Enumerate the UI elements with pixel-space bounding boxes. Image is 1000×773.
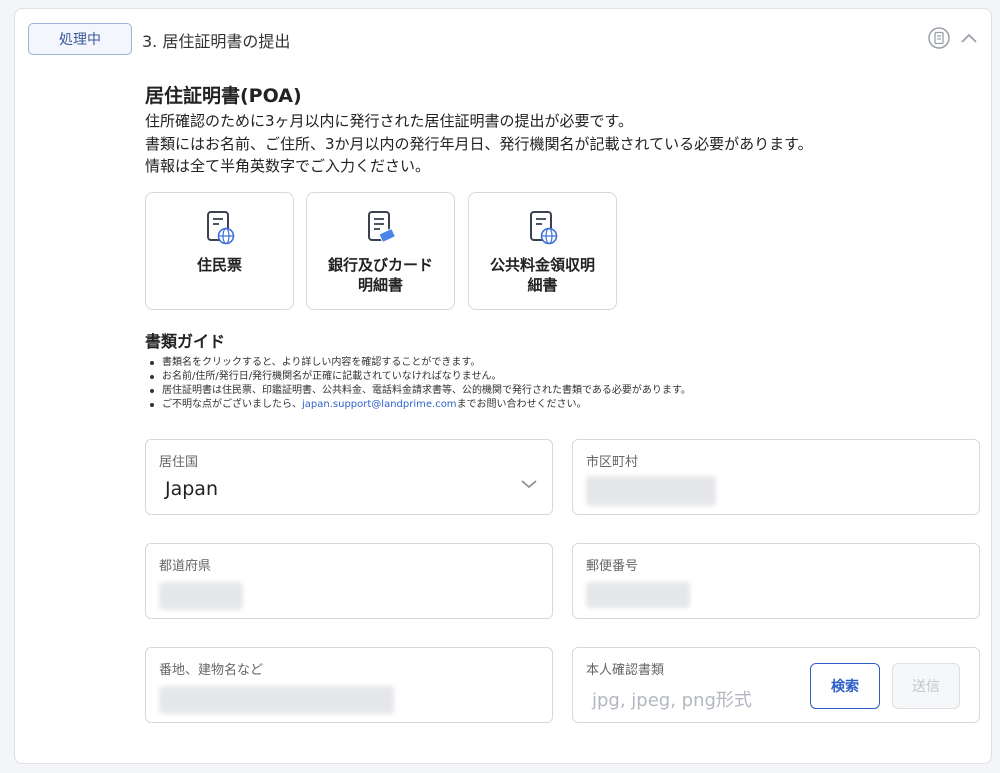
city-label: 市区町村	[586, 455, 639, 470]
redacted-city-value	[586, 476, 716, 506]
contact-suffix: までお問い合わせください。	[456, 399, 587, 410]
prefecture-field[interactable]: 都道府県	[145, 543, 553, 619]
search-button[interactable]: 検索	[810, 663, 880, 709]
document-globe-icon	[206, 211, 234, 245]
country-select[interactable]: 居住国 Japan	[145, 439, 553, 515]
doc-card-bank-statement[interactable]: 銀行及びカード 明細書	[306, 192, 455, 310]
doc-card-label: 公共料金領収明 細書	[489, 256, 595, 294]
guide-item: 居住証明書は住民票、印鑑証明書、公共料金、電話料金請求書等、公的機関で発行された…	[148, 384, 691, 398]
city-field[interactable]: 市区町村	[572, 439, 980, 515]
header-actions	[927, 26, 981, 50]
doc-card-resident-register[interactable]: 住民票	[145, 192, 294, 310]
status-badge: 処理中	[28, 23, 132, 55]
document-card-icon	[367, 211, 395, 243]
guide-list: 書類名をクリックすると、より詳しい内容を確認することができます。 お名前/住所/…	[148, 356, 691, 412]
send-button[interactable]: 送信	[892, 663, 960, 709]
id-document-upload-field[interactable]: 本人確認書類 jpg, jpeg, png形式 検索 送信	[572, 647, 980, 723]
redacted-postal-value	[586, 582, 690, 608]
country-value: Japan	[165, 478, 218, 500]
id-document-placeholder: jpg, jpeg, png形式	[592, 690, 752, 711]
redacted-prefecture-value	[159, 582, 243, 610]
address-label: 番地、建物名など	[159, 663, 264, 678]
contact-prefix: ご不明な点がございましたら、	[162, 399, 302, 410]
description-line: 情報は全て半角英数字でご入力ください。	[145, 157, 431, 175]
address-field[interactable]: 番地、建物名など	[145, 647, 553, 723]
section-title: 居住証明書(POA)	[145, 85, 302, 107]
document-icon[interactable]	[927, 26, 951, 50]
guide-title: 書類ガイド	[145, 332, 226, 351]
postal-code-field[interactable]: 郵便番号	[572, 543, 980, 619]
guide-item-contact: ご不明な点がございましたら、japan.support@landprime.co…	[148, 398, 691, 412]
guide-item: 書類名をクリックすると、より詳しい内容を確認することができます。	[148, 356, 691, 370]
support-email-link[interactable]: japan.support@landprime.com	[302, 399, 457, 410]
doc-card-label: 銀行及びカード 明細書	[327, 256, 433, 294]
guide-item: お名前/住所/発行日/発行機関名が正確に記載されていなければなりません。	[148, 370, 691, 384]
residence-proof-card: 処理中 3. 居住証明書の提出 居住証明書(POA) 住所確認のために3ヶ月以内…	[14, 8, 992, 764]
description-line: 書類にはお名前、ご住所、3か月以内の発行年月日、発行機関名が記載されている必要が…	[145, 134, 813, 153]
prefecture-label: 都道府県	[159, 559, 212, 574]
id-document-label: 本人確認書類	[586, 663, 665, 678]
chevron-up-icon[interactable]	[957, 26, 981, 50]
section-description: 住所確認のために3ヶ月以内に発行された居住証明書の提出が必要です。 書類にはお名…	[145, 110, 813, 178]
redacted-address-value	[159, 686, 394, 714]
doc-card-utility-bill[interactable]: 公共料金領収明 細書	[468, 192, 617, 310]
description-line: 住所確認のために3ヶ月以内に発行された居住証明書の提出が必要です。	[145, 112, 634, 130]
document-globe-icon	[529, 211, 557, 245]
country-label: 居住国	[159, 455, 199, 470]
postal-label: 郵便番号	[586, 559, 639, 574]
chevron-down-icon	[521, 480, 537, 489]
doc-card-label: 住民票	[196, 256, 242, 274]
step-title: 3. 居住証明書の提出	[142, 32, 291, 51]
